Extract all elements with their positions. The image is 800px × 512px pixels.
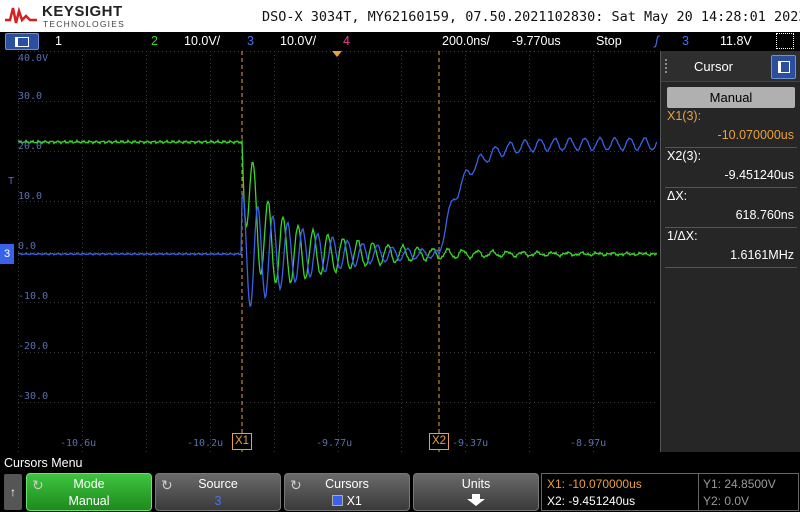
- inverse-delta-x-label: 1/ΔX:: [667, 229, 698, 243]
- divider: [665, 187, 797, 188]
- readout-x2: X2: -9.451240us: [547, 494, 636, 508]
- x1-value: -10.070000us: [717, 128, 794, 142]
- readout-x1: X1: -10.070000us: [547, 477, 642, 491]
- channel-3-ground-marker[interactable]: 3: [0, 244, 14, 264]
- softkey-bar: Cursors Menu ↑ ↻ Mode Manual ↻ Source 3 …: [0, 452, 800, 512]
- source-value: 3: [214, 494, 222, 508]
- cursors-value: X1: [346, 494, 362, 508]
- delta-x-label: ΔX:: [667, 189, 688, 203]
- menu-title: Cursors Menu: [4, 456, 83, 470]
- brand-subtitle: TECHNOLOGIES: [43, 19, 125, 29]
- y-axis-label: 10.0: [18, 191, 43, 202]
- instrument-info: DSO-X 3034T, MY62160159, 07.50.202110283…: [262, 9, 800, 25]
- ch2-scale[interactable]: 10.0V/: [184, 34, 220, 48]
- status-bar: 1 2 10.0V/ 3 10.0V/ 4 200.0ns/ -9.770us …: [0, 32, 800, 51]
- source-softkey[interactable]: ↻ Source 3: [155, 473, 281, 511]
- brand-name: KEYSIGHT: [42, 3, 123, 20]
- cursor-readout-y: Y1: 24.8500V Y2: 0.0V: [699, 473, 799, 511]
- menu-icon: [15, 37, 29, 47]
- y-axis-label: 20.0: [18, 141, 43, 152]
- timebase-scale[interactable]: 200.0ns/: [442, 34, 490, 48]
- divider: [665, 147, 797, 148]
- ch3-number[interactable]: 3: [247, 34, 254, 48]
- y-axis-label: -30.0: [18, 391, 49, 402]
- cursor-mode-button[interactable]: Manual: [667, 87, 795, 108]
- divider: [665, 267, 797, 268]
- main-menu-button[interactable]: [5, 33, 39, 50]
- cursor-x2-tag[interactable]: X2: [429, 433, 449, 450]
- source-label: Source: [198, 477, 238, 491]
- x-axis-label: -9.37u: [452, 438, 489, 449]
- back-button[interactable]: ↑: [4, 474, 22, 510]
- cursor-readout-x: X1: -10.070000us X2: -9.451240us: [541, 473, 699, 511]
- readout-y1: Y1: 24.8500V: [703, 477, 776, 491]
- divider: [665, 227, 797, 228]
- mode-label: Mode: [73, 477, 105, 491]
- x-axis-label: -9.77u: [316, 438, 353, 449]
- delta-x-value: 618.760ns: [735, 208, 794, 222]
- trigger-source[interactable]: 3: [682, 34, 689, 48]
- units-label: Units: [461, 477, 491, 491]
- trigger-level-marker[interactable]: T: [8, 176, 14, 187]
- trigger-edge-icon[interactable]: ʃ: [655, 34, 659, 48]
- drag-handle-icon[interactable]: [664, 58, 668, 74]
- panel-menu-icon[interactable]: [771, 55, 796, 79]
- trigger-level[interactable]: 11.8V: [720, 34, 752, 48]
- ch1-number[interactable]: 1: [55, 34, 62, 48]
- ch3-scale[interactable]: 10.0V/: [280, 34, 316, 48]
- title-bar: KEYSIGHT TECHNOLOGIES DSO-X 3034T, MY621…: [0, 0, 800, 32]
- x2-label: X2(3):: [667, 149, 702, 163]
- cursors-label: Cursors: [325, 477, 369, 491]
- ch2-number[interactable]: 2: [151, 34, 158, 48]
- cursor-panel-title: Cursor: [694, 59, 734, 74]
- waveform-display[interactable]: [18, 51, 657, 452]
- y-axis-label: 0.0: [18, 241, 37, 252]
- keysight-logo: KEYSIGHT TECHNOLOGIES: [4, 2, 134, 30]
- inverse-delta-x-value: 1.6161MHz: [730, 248, 794, 262]
- run-state[interactable]: Stop: [596, 34, 622, 48]
- cursors-value-row: X1: [285, 494, 409, 508]
- graticule-svg: [18, 51, 657, 452]
- horizontal-delay[interactable]: -9.770us: [512, 34, 561, 48]
- units-softkey[interactable]: Units: [413, 473, 539, 511]
- x-axis-label: -10.2u: [187, 438, 224, 449]
- cursor-panel-header[interactable]: Cursor: [661, 51, 800, 82]
- y-axis-label: 30.0: [18, 91, 43, 102]
- keysight-wave-icon: [5, 6, 37, 24]
- x1-label: X1(3):: [667, 109, 702, 123]
- y-axis-label: 40.0V: [18, 53, 49, 64]
- screenshot-icon[interactable]: [776, 33, 794, 49]
- y-axis-label: -10.0: [18, 291, 49, 302]
- x-axis-label: -10.6u: [60, 438, 97, 449]
- down-arrow-icon: [414, 494, 538, 509]
- mode-value: Manual: [68, 494, 110, 508]
- x-axis-label: -8.97u: [570, 438, 607, 449]
- checkbox-icon: [332, 495, 344, 506]
- ch4-number[interactable]: 4: [343, 34, 350, 48]
- x2-value: -9.451240us: [724, 168, 794, 182]
- cursors-softkey[interactable]: ↻ Cursors X1: [284, 473, 410, 511]
- cursor-x1-tag[interactable]: X1: [232, 433, 252, 450]
- mode-softkey[interactable]: ↻ Mode Manual: [26, 473, 152, 511]
- readout-y2: Y2: 0.0V: [703, 494, 750, 508]
- y-axis-label: -20.0: [18, 341, 49, 352]
- cursor-results-panel: Cursor Manual X1(3): -10.070000us X2(3):…: [660, 51, 800, 452]
